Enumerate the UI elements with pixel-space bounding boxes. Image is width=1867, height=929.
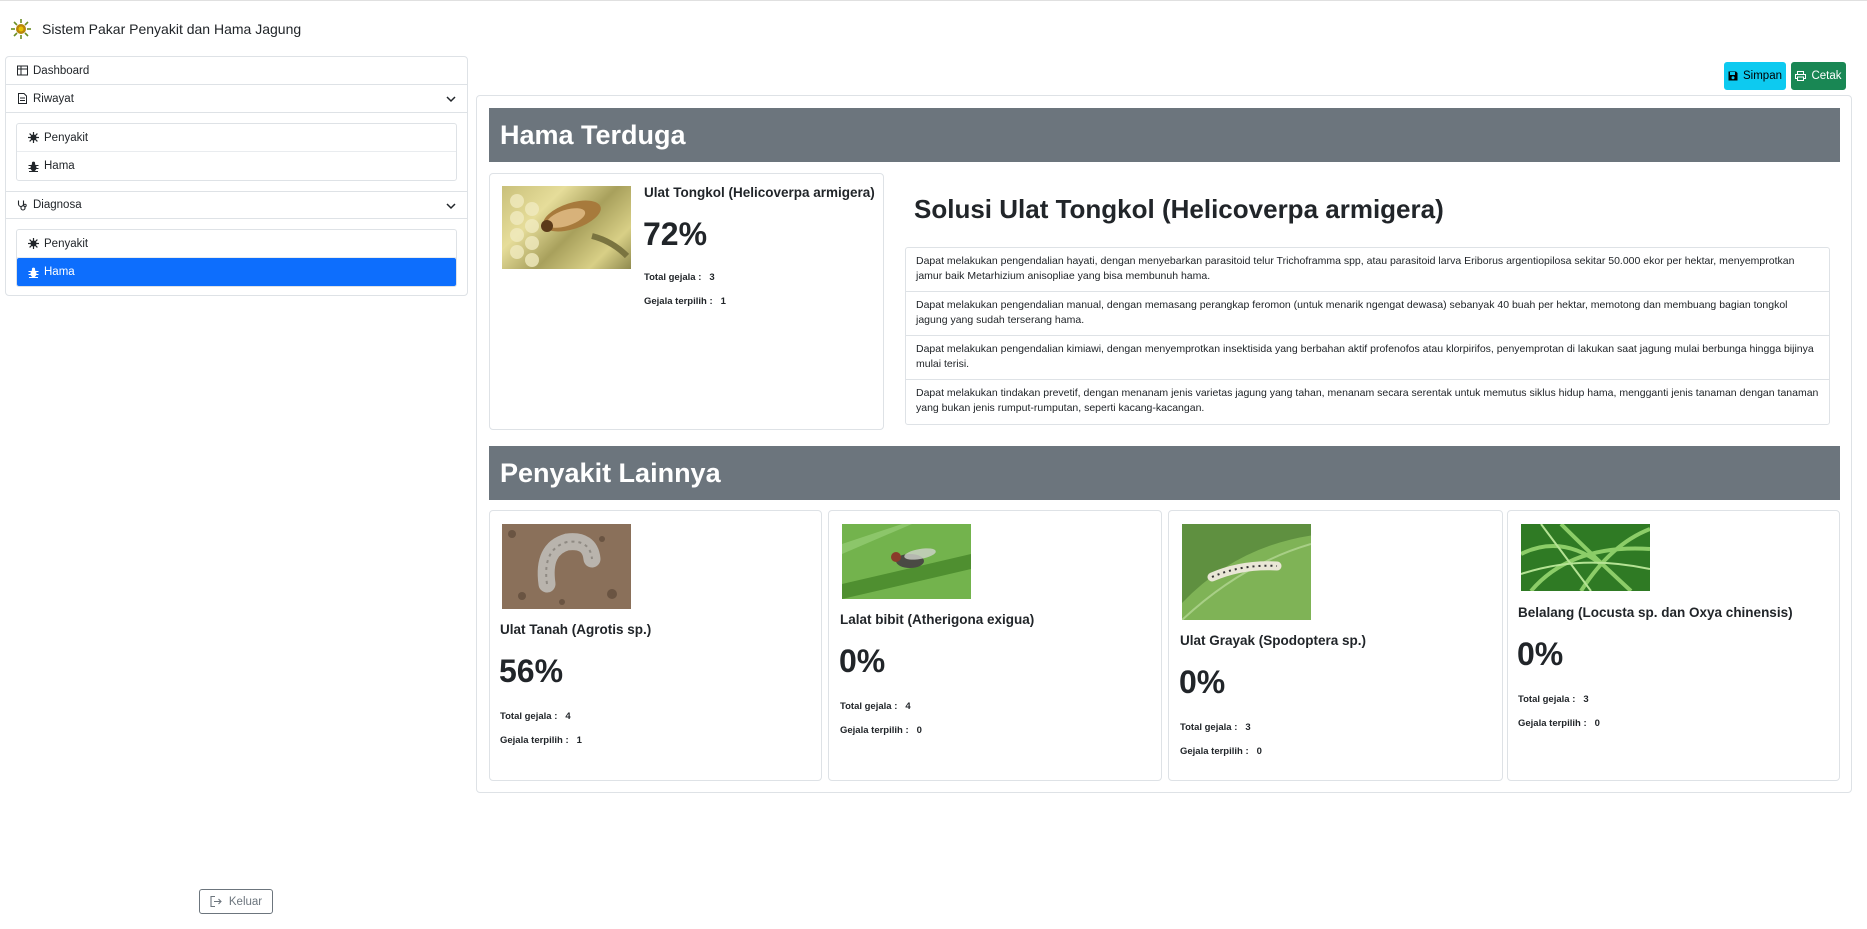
sidebar-item-diagnosa-penyakit[interactable]: Penyakit — [17, 230, 456, 258]
diagnosis-result-panel: Hama Terduga Ulat Tongkol (Helicoverpa a… — [476, 95, 1852, 793]
other-pest-card: Ulat Tanah (Agrotis sp.) 56% Total gejal… — [489, 510, 822, 781]
selected-symptoms: Gejala terpilih :1 — [500, 735, 582, 746]
print-button[interactable]: Cetak — [1791, 62, 1846, 90]
sidebar: Dashboard Riwayat Penyakit Hama Diagnosa — [5, 56, 468, 296]
pest-percentage: 56% — [499, 653, 564, 689]
other-pest-card: Ulat Grayak (Spodoptera sp.) 0% Total ge… — [1168, 510, 1503, 781]
pest-percentage: 72% — [643, 216, 708, 252]
locusta-image — [1521, 524, 1650, 591]
corn-logo-icon — [11, 19, 31, 39]
solution-item: Dapat melakukan pengendalian hayati, den… — [906, 248, 1829, 292]
total-symptoms: Total gejala :3 — [1518, 694, 1589, 705]
other-diseases-header: Penyakit Lainnya — [489, 446, 1840, 500]
bug-icon — [28, 161, 39, 172]
solution-item: Dapat melakukan tindakan prevetif, denga… — [916, 387, 1819, 414]
selected-symptoms: Gejala terpilih :0 — [840, 725, 922, 736]
submenu-label: Penyakit — [44, 131, 89, 144]
file-icon — [17, 93, 28, 104]
sidebar-group-label: Riwayat — [33, 92, 74, 105]
sidebar-item-diagnosa-hama[interactable]: Hama — [17, 258, 456, 286]
bug-icon — [28, 267, 39, 278]
diagnosa-submenu: Penyakit Hama — [16, 229, 457, 287]
submenu-label: Hama — [44, 266, 75, 278]
sidebar-group-diagnosa[interactable]: Diagnosa — [6, 191, 467, 219]
riwayat-submenu: Penyakit Hama — [16, 123, 457, 181]
total-symptoms: Total gejala :3 — [1180, 722, 1251, 733]
pest-percentage: 0% — [1179, 664, 1226, 700]
app-bar: Sistem Pakar Penyakit dan Hama Jagung — [10, 17, 301, 41]
pest-name: Ulat Grayak (Spodoptera sp.) — [1180, 633, 1367, 648]
sidebar-item-riwayat-hama[interactable]: Hama — [17, 152, 456, 180]
sidebar-group-riwayat[interactable]: Riwayat — [6, 85, 467, 113]
suspected-pest-card: Ulat Tongkol (Helicoverpa armigera) 72% … — [489, 173, 884, 430]
helicoverpa-image — [502, 186, 631, 269]
app-title: Sistem Pakar Penyakit dan Hama Jagung — [42, 21, 302, 37]
chevron-down-icon[interactable] — [445, 200, 457, 212]
submenu-label: Hama — [44, 160, 75, 172]
selected-symptoms: Gejala terpilih :0 — [1180, 746, 1262, 757]
suspected-pest-header: Hama Terduga — [489, 108, 1840, 162]
pest-name: Ulat Tongkol (Helicoverpa armigera) — [644, 185, 875, 200]
sign-out-icon — [210, 896, 222, 907]
submenu-label: Penyakit — [44, 237, 89, 250]
total-symptoms: Total gejala :3 — [644, 272, 715, 283]
total-symptoms: Total gejala :4 — [500, 711, 571, 722]
spodoptera-image — [1182, 524, 1311, 620]
selected-symptoms: Gejala terpilih :1 — [644, 296, 726, 307]
printer-icon — [1795, 71, 1807, 81]
virus-icon — [28, 238, 39, 249]
sidebar-item-label: Dashboard — [33, 64, 90, 77]
other-pest-card: Belalang (Locusta sp. dan Oxya chinensis… — [1507, 510, 1840, 781]
pest-percentage: 0% — [839, 643, 886, 679]
print-label: Cetak — [1811, 70, 1842, 82]
save-label: Simpan — [1743, 70, 1782, 82]
solution-title: Solusi Ulat Tongkol (Helicoverpa armiger… — [914, 194, 1444, 224]
floppy-disk-icon — [1728, 71, 1738, 81]
solution-item: Dapat melakukan pengendalian manual, den… — [906, 292, 1829, 336]
solution-item: Dapat melakukan pengendalian kimiawi, de… — [906, 336, 1829, 380]
top-border — [0, 0, 1867, 1]
solution-list: Dapat melakukan pengendalian hayati, den… — [905, 247, 1830, 425]
sidebar-item-riwayat-penyakit[interactable]: Penyakit — [17, 124, 456, 152]
sidebar-group-label: Diagnosa — [33, 199, 82, 211]
logout-button[interactable]: Keluar — [199, 889, 273, 914]
chevron-down-icon[interactable] — [445, 93, 457, 105]
pest-name: Ulat Tanah (Agrotis sp.) — [500, 622, 652, 637]
sidebar-item-dashboard[interactable]: Dashboard — [6, 57, 467, 85]
atherigona-image — [842, 524, 971, 599]
stethoscope-icon — [17, 200, 28, 211]
logout-label: Keluar — [228, 895, 263, 908]
pest-name: Lalat bibit (Atherigona exigua) — [840, 612, 1035, 627]
selected-symptoms: Gejala terpilih :0 — [1518, 718, 1600, 729]
pest-name: Belalang (Locusta sp. dan Oxya chinensis… — [1518, 605, 1793, 620]
total-symptoms: Total gejala :4 — [840, 701, 911, 712]
pest-percentage: 0% — [1517, 636, 1564, 672]
agrotis-image — [502, 524, 631, 609]
layout-icon — [17, 65, 28, 76]
virus-icon — [28, 132, 39, 143]
other-pest-card: Lalat bibit (Atherigona exigua) 0% Total… — [828, 510, 1162, 781]
save-button[interactable]: Simpan — [1724, 62, 1786, 90]
